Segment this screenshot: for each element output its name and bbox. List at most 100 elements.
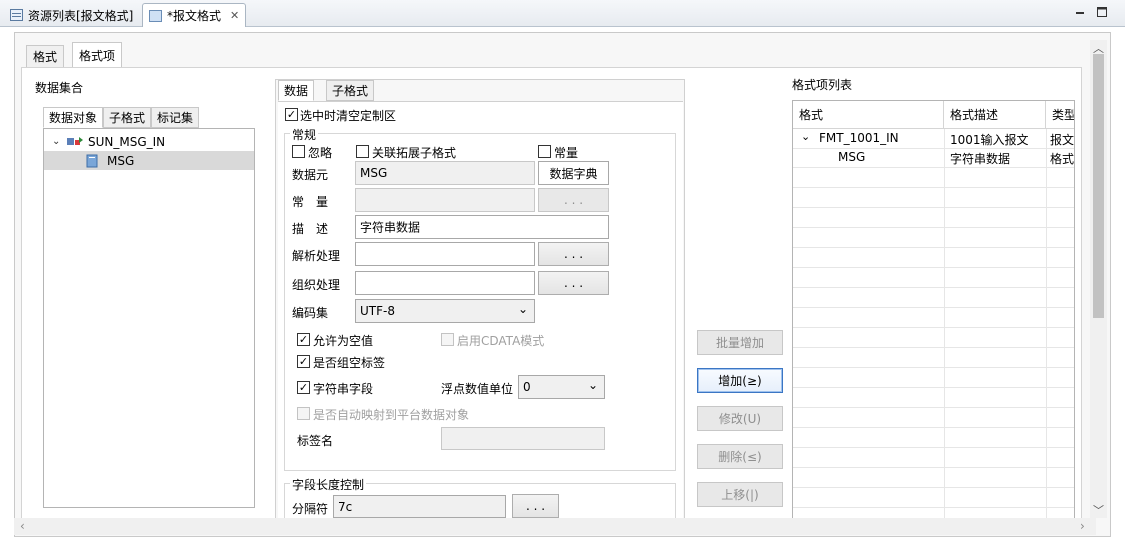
scroll-left-icon[interactable]: ‹ bbox=[20, 519, 25, 533]
tab-message-format-label: *报文格式 bbox=[167, 9, 222, 23]
row-type-cell: 报文 bbox=[1050, 133, 1075, 147]
tab-format-label: 格式 bbox=[33, 50, 58, 64]
data-dict-button[interactable]: 数据字典 bbox=[538, 161, 609, 185]
add-button[interactable]: 增加(≥) bbox=[697, 368, 783, 393]
float-unit-label: 浮点数值单位 bbox=[441, 382, 514, 396]
maximize-icon[interactable] bbox=[1096, 6, 1108, 18]
constant-ellipsis-label: . . . bbox=[563, 193, 584, 207]
row-divider bbox=[793, 167, 1074, 168]
row-divider bbox=[793, 207, 1074, 208]
empty-tag-checkbox[interactable] bbox=[297, 355, 310, 368]
separator-ellipsis-button[interactable]: . . . bbox=[512, 494, 559, 518]
field-icon bbox=[86, 154, 98, 167]
data-dict-label: 数据字典 bbox=[549, 166, 598, 181]
list-icon bbox=[10, 9, 23, 21]
allow-null-label: 允许为空值 bbox=[313, 334, 374, 348]
tree-node-msg[interactable]: MSG bbox=[44, 151, 254, 170]
parse-field[interactable] bbox=[355, 242, 535, 266]
org-field[interactable] bbox=[355, 271, 535, 295]
desc-value: 字符串数据 bbox=[360, 220, 421, 235]
parse-ellipsis-label: . . . bbox=[563, 247, 584, 261]
tab-data-label: 数据 bbox=[284, 84, 309, 98]
allow-null-checkbox[interactable] bbox=[297, 333, 310, 346]
table-row[interactable]: MSG 字符串数据 格式 bbox=[793, 148, 1075, 167]
tab-resource-list[interactable]: 资源列表[报文格式] bbox=[4, 3, 139, 27]
column-header-label: 类型 bbox=[1052, 108, 1075, 122]
data-element-field[interactable]: MSG bbox=[355, 161, 535, 185]
row-divider bbox=[793, 447, 1074, 448]
table-row[interactable]: ⌄ FMT_1001_IN 1001输入报文 报文 bbox=[793, 129, 1075, 148]
tab-tagset[interactable]: 标记集 bbox=[151, 107, 200, 128]
add-label: 增加(≥) bbox=[718, 374, 762, 388]
tab-data[interactable]: 数据 bbox=[278, 80, 315, 101]
tab-subformat[interactable]: 子格式 bbox=[326, 80, 375, 101]
separator-label: 分隔符 bbox=[292, 502, 329, 516]
scroll-down-icon[interactable]: ﹀ bbox=[1093, 502, 1104, 518]
string-field-label: 字符串字段 bbox=[313, 382, 374, 396]
clear-custom-checkbox[interactable] bbox=[285, 108, 298, 121]
form-icon bbox=[149, 9, 162, 22]
org-label: 组织处理 bbox=[292, 278, 341, 292]
clear-custom-label: 选中时清空定制区 bbox=[300, 109, 397, 123]
column-header-format[interactable]: 格式 bbox=[793, 101, 944, 129]
move-up-label: 上移(|) bbox=[721, 488, 759, 502]
vertical-scroll-thumb[interactable] bbox=[1093, 54, 1104, 318]
row-desc-cell: 1001输入报文 bbox=[950, 133, 1029, 147]
constant-field bbox=[355, 188, 535, 212]
row-divider bbox=[793, 487, 1074, 488]
column-header-desc[interactable]: 格式描述 bbox=[944, 101, 1046, 129]
chevron-down-icon[interactable]: ⌄ bbox=[801, 130, 810, 143]
desc-label: 描 述 bbox=[292, 222, 329, 236]
move-up-button: 上移(|) bbox=[697, 482, 783, 507]
vertical-scrollbar[interactable]: ︿ ﹀ bbox=[1090, 40, 1107, 518]
row-divider bbox=[793, 387, 1074, 388]
format-item-table[interactable]: 格式 格式描述 类型 ⌄ FMT_1001_IN 1001输入报文 报文 MSG… bbox=[792, 100, 1075, 520]
tab-format-items[interactable]: 格式项 bbox=[72, 42, 123, 67]
auto-map-checkbox bbox=[297, 407, 310, 420]
separator-field[interactable]: 7c bbox=[333, 495, 506, 518]
tree-node-label: MSG bbox=[107, 153, 135, 168]
row-divider bbox=[793, 327, 1074, 328]
horizontal-scrollbar[interactable]: ‹ › bbox=[14, 518, 1096, 535]
tab-subformat-left-label: 子格式 bbox=[109, 111, 146, 125]
tag-name-field bbox=[441, 427, 605, 450]
encoding-select[interactable]: UTF-8 ⌄ bbox=[355, 299, 535, 323]
org-ellipsis-button[interactable]: . . . bbox=[538, 271, 609, 295]
ignore-checkbox[interactable] bbox=[292, 145, 305, 158]
row-divider bbox=[793, 367, 1074, 368]
chevron-down-icon[interactable]: ⌄ bbox=[52, 136, 66, 147]
constant-checkbox-label: 常量 bbox=[554, 146, 579, 160]
separator-value: 7c bbox=[338, 499, 353, 514]
tab-message-format[interactable]: *报文格式 ✕ bbox=[142, 3, 247, 27]
close-icon[interactable]: ✕ bbox=[230, 9, 239, 22]
tab-tagset-label: 标记集 bbox=[157, 111, 194, 125]
tab-data-object[interactable]: 数据对象 bbox=[43, 107, 104, 128]
scroll-right-icon[interactable]: › bbox=[1080, 519, 1085, 533]
minimize-icon[interactable] bbox=[1074, 6, 1086, 18]
separator-ellipsis-label: . . . bbox=[525, 499, 546, 513]
tree-node-sun-msg-in[interactable]: ⌄ SUN_MSG_IN bbox=[44, 132, 254, 151]
batch-add-label: 批量增加 bbox=[715, 336, 764, 350]
float-unit-select[interactable]: 0 ⌄ bbox=[518, 375, 605, 399]
ignore-label: 忽略 bbox=[308, 146, 333, 160]
delete-label: 删除(≤) bbox=[718, 450, 762, 464]
link-ext-checkbox[interactable] bbox=[356, 145, 369, 158]
tab-format[interactable]: 格式 bbox=[26, 45, 65, 67]
tab-subformat-left[interactable]: 子格式 bbox=[103, 107, 152, 128]
string-field-checkbox[interactable] bbox=[297, 381, 310, 394]
constant-ellipsis-button: . . . bbox=[538, 188, 609, 212]
chevron-down-icon: ⌄ bbox=[587, 378, 598, 392]
cdata-label: 启用CDATA模式 bbox=[457, 334, 545, 348]
constant-checkbox[interactable] bbox=[538, 145, 551, 158]
row-type-cell: 格式 bbox=[1050, 152, 1075, 166]
tab-subformat-label: 子格式 bbox=[332, 84, 369, 98]
row-divider bbox=[793, 427, 1074, 428]
row-divider bbox=[793, 267, 1074, 268]
parse-ellipsis-button[interactable]: . . . bbox=[538, 242, 609, 266]
delete-button: 删除(≤) bbox=[697, 444, 783, 469]
data-object-tree[interactable]: ⌄ SUN_MSG_IN MSG bbox=[43, 128, 255, 508]
desc-field[interactable]: 字符串数据 bbox=[355, 215, 609, 239]
row-divider bbox=[793, 407, 1074, 408]
row-divider bbox=[793, 467, 1074, 468]
column-header-type[interactable]: 类型 bbox=[1046, 101, 1075, 129]
